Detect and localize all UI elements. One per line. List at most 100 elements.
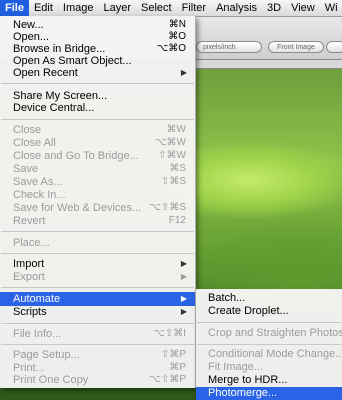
menu-item-shortcut: ⌥⇧⌘I	[153, 328, 186, 339]
submenu-item-create-droplet[interactable]: Create Droplet...	[196, 305, 342, 318]
menu-bar: File Edit Image Layer Select Filter Anal…	[0, 0, 342, 17]
menu-item-close: Close ⌘W	[0, 124, 195, 136]
menu-item-label: Revert	[13, 215, 46, 227]
menu-item-shortcut: ⌥⌘W	[155, 137, 186, 148]
menu-item-shortcut: ⇧⌘P	[160, 349, 186, 360]
menu-item-print-one-copy: Print One Copy ⌥⇧⌘P	[0, 374, 195, 386]
menu-item-shortcut: ⇧⌘W	[158, 150, 186, 161]
menu-item-new[interactable]: New... ⌘N	[0, 19, 195, 31]
menu-item-shortcut: ⌘W	[166, 124, 186, 135]
menu-item-label: Browse in Bridge...	[13, 43, 106, 55]
submenu-item-label: Create Droplet...	[208, 305, 289, 317]
menu-item-shortcut: ⌥⇧⌘S	[149, 202, 186, 213]
menu-view[interactable]: View	[286, 0, 320, 16]
menu-item-label: Close and Go To Bridge...	[13, 150, 139, 162]
menu-item-label: Export	[13, 271, 45, 283]
menu-separator	[1, 119, 194, 120]
submenu-item-merge-to-hdr[interactable]: Merge to HDR...	[196, 374, 342, 387]
menu-item-page-setup: Page Setup... ⇧⌘P	[0, 349, 195, 361]
menu-item-save-for-web: Save for Web & Devices... ⌥⇧⌘S	[0, 202, 195, 214]
menu-item-label: Place...	[13, 237, 50, 249]
submenu-item-crop-and-straighten: Crop and Straighten Photos	[196, 327, 342, 340]
menu-item-automate[interactable]: Automate ▶	[0, 292, 195, 306]
menu-item-label: Automate	[13, 293, 61, 305]
submenu-arrow-icon: ▶	[180, 294, 187, 303]
menu-separator	[1, 323, 194, 324]
submenu-item-label: Conditional Mode Change...	[208, 348, 342, 360]
menu-item-label: Device Central...	[13, 102, 95, 114]
menu-item-label: New...	[13, 19, 44, 31]
menu-item-export: Export ▶	[0, 271, 195, 283]
automate-submenu: Batch... Create Droplet... Crop and Stra…	[196, 289, 342, 400]
menu-separator	[1, 344, 194, 345]
clear-button[interactable]	[326, 41, 342, 53]
menu-item-shortcut: ⌘O	[168, 31, 186, 42]
menu-item-label: File Info...	[13, 328, 62, 340]
menu-item-label: Scripts	[13, 306, 47, 318]
submenu-arrow-icon: ▶	[180, 307, 187, 316]
submenu-arrow-icon: ▶	[180, 68, 187, 77]
menu-item-place: Place...	[0, 237, 195, 249]
menu-item-label: Open As Smart Object...	[13, 55, 132, 67]
menu-item-label: Open Recent	[13, 67, 78, 79]
submenu-item-label: Batch...	[208, 292, 246, 304]
menu-item-shortcut: ⌥⇧⌘P	[149, 374, 186, 385]
submenu-item-label: Crop and Straighten Photos	[208, 327, 342, 339]
menu-separator	[197, 344, 341, 345]
submenu-arrow-icon: ▶	[180, 272, 187, 281]
menu-item-scripts[interactable]: Scripts ▶	[0, 306, 195, 318]
menu-item-file-info: File Info... ⌥⇧⌘I	[0, 328, 195, 340]
menu-item-close-and-go-to-bridge: Close and Go To Bridge... ⇧⌘W	[0, 150, 195, 162]
menu-item-browse-in-bridge[interactable]: Browse in Bridge... ⌥⌘O	[0, 43, 195, 55]
menu-item-revert: Revert F12	[0, 215, 195, 227]
menu-item-label: Print...	[13, 362, 45, 374]
menu-item-label: Save	[13, 163, 39, 175]
menu-item-shortcut: F12	[168, 215, 186, 226]
menu-item-label: Page Setup...	[13, 349, 80, 361]
submenu-item-photomerge[interactable]: Photomerge...	[196, 387, 342, 400]
menu-item-save-as: Save As... ⇧⌘S	[0, 176, 195, 188]
menu-item-shortcut: ⌘S	[169, 163, 186, 174]
menu-item-shortcut: ⇧⌘S	[160, 176, 186, 187]
menu-separator	[1, 287, 194, 288]
menu-item-label: Close All	[13, 137, 56, 149]
resolution-units-select[interactable]: pixels/inch	[196, 41, 262, 53]
menu-filter[interactable]: Filter	[177, 0, 211, 16]
menu-3d[interactable]: 3D	[262, 0, 286, 16]
menu-separator	[1, 83, 194, 84]
menu-image[interactable]: Image	[58, 0, 99, 16]
menu-edit[interactable]: Edit	[29, 0, 58, 16]
menu-item-label: Save for Web & Devices...	[13, 202, 142, 214]
menu-item-shortcut: ⌥⌘O	[156, 43, 186, 54]
menu-item-label: Save As...	[13, 176, 63, 188]
submenu-item-label: Fit Image...	[208, 361, 264, 373]
submenu-item-label: Merge to HDR...	[208, 374, 288, 386]
menu-separator	[1, 231, 194, 232]
submenu-item-batch[interactable]: Batch...	[196, 292, 342, 305]
menu-separator	[197, 322, 341, 323]
menu-layer[interactable]: Layer	[99, 0, 137, 16]
menu-item-open-as-smart-object[interactable]: Open As Smart Object...	[0, 55, 195, 67]
menu-item-close-all: Close All ⌥⌘W	[0, 137, 195, 149]
menu-item-save: Save ⌘S	[0, 163, 195, 175]
menu-analysis[interactable]: Analysis	[211, 0, 262, 16]
menu-item-open[interactable]: Open... ⌘O	[0, 31, 195, 43]
menu-item-share-my-screen[interactable]: Share My Screen...	[0, 90, 195, 102]
menu-item-check-in: Check In...	[0, 189, 195, 201]
file-menu: New... ⌘N Open... ⌘O Browse in Bridge...…	[0, 16, 196, 388]
menu-separator	[1, 253, 194, 254]
document-ruler	[196, 60, 342, 69]
menu-item-label: Open...	[13, 31, 50, 43]
front-image-button[interactable]: Front Image	[268, 41, 324, 53]
menu-item-open-recent[interactable]: Open Recent ▶	[0, 67, 195, 79]
menu-item-device-central[interactable]: Device Central...	[0, 102, 195, 114]
menu-select[interactable]: Select	[136, 0, 177, 16]
menu-item-label: Check In...	[13, 189, 66, 201]
submenu-item-fit-image: Fit Image...	[196, 361, 342, 374]
menu-item-label: Print One Copy	[13, 374, 89, 386]
menu-item-label: Close	[13, 124, 42, 136]
menu-item-import[interactable]: Import ▶	[0, 258, 195, 270]
submenu-item-label: Photomerge...	[208, 387, 278, 399]
menu-window[interactable]: Wi	[320, 0, 342, 16]
menu-file[interactable]: File	[0, 0, 29, 16]
